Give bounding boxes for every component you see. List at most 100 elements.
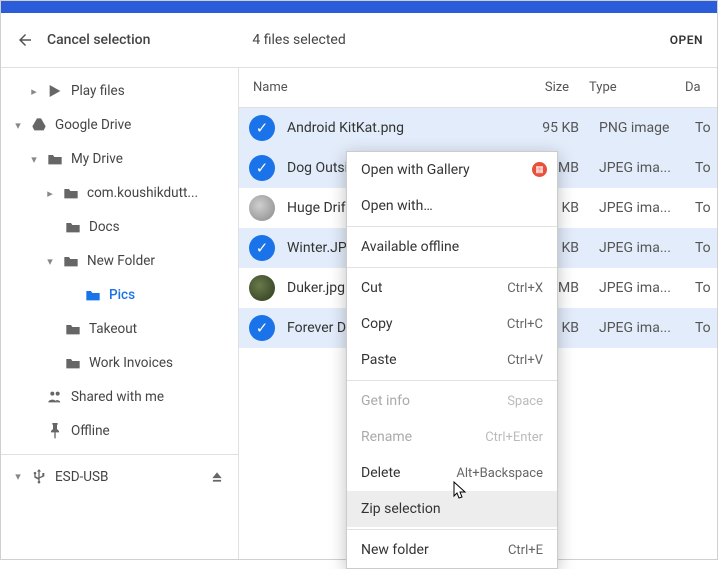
sidebar-item-esd-usb[interactable]: ▾ ESD-USB [1,454,238,494]
file-type: JPEG ima... [589,160,687,176]
chevron-right-icon: ▸ [27,85,41,98]
menu-label: New folder [361,542,429,558]
context-menu: Open with Gallery ▦ Open with… Available… [346,151,558,569]
folder-icon [63,220,83,234]
sidebar-label: My Drive [71,151,123,167]
sidebar-item-new-folder[interactable]: ▾ New Folder [1,244,238,278]
sidebar-item-takeout[interactable]: Takeout [1,312,238,346]
menu-shortcut: Ctrl+Enter [485,430,543,445]
toolbar: Cancel selection 4 files selected OPEN [1,13,717,68]
menu-label: Available offline [361,239,459,255]
sidebar-item-google-drive[interactable]: ▾ Google Drive [1,108,238,142]
sidebar-label: Play files [71,83,125,99]
menu-label: Copy [361,316,393,332]
sidebar-item-my-drive[interactable]: ▾ My Drive [1,142,238,176]
new-badge-icon: ▦ [532,162,547,177]
menu-label: Paste [361,352,397,368]
check-icon: ✓ [249,115,275,141]
thumbnail-icon [249,195,275,221]
menu-shortcut: Ctrl+X [507,281,543,296]
folder-icon [63,322,83,336]
sidebar-label: Google Drive [55,117,131,133]
menu-paste[interactable]: Paste Ctrl+V [347,342,557,378]
menu-shortcut: Alt+Backspace [456,466,543,481]
col-size-header[interactable]: Size [515,80,579,95]
check-icon: ✓ [249,235,275,261]
sidebar-label: Shared with me [71,389,164,405]
menu-separator [347,226,557,227]
pin-icon [45,423,65,439]
sidebar-item-docs[interactable]: Docs [1,210,238,244]
sidebar-label: Offline [71,423,110,439]
sidebar-label: Work Invoices [89,355,173,371]
menu-shortcut: Ctrl+E [508,543,543,558]
menu-separator [347,380,557,381]
file-date: To [687,120,717,136]
menu-open-gallery[interactable]: Open with Gallery ▦ [347,152,557,188]
eject-icon[interactable] [210,470,224,484]
cancel-selection-label[interactable]: Cancel selection [47,32,150,48]
menu-label: Delete [361,465,400,481]
file-type: JPEG ima... [589,280,687,296]
menu-label: Open with… [361,198,433,214]
chevron-right-icon: ▸ [43,187,57,200]
folder-icon [83,288,103,302]
chevron-down-icon: ▾ [27,153,41,166]
chevron-down-icon: ▾ [43,255,57,268]
sidebar-label: ESD-USB [55,469,108,485]
menu-open-with[interactable]: Open with… [347,188,557,224]
sidebar-label: Pics [109,287,135,303]
check-icon: ✓ [249,315,275,341]
sidebar-label: Docs [89,219,120,235]
sidebar-item-pics[interactable]: Pics [1,278,238,312]
menu-separator [347,529,557,530]
window-titlebar [1,1,717,13]
menu-label: Rename [361,429,412,445]
file-type: PNG image [589,120,687,136]
file-date: To [687,280,717,296]
menu-label: Open with Gallery [361,162,470,178]
col-type-header[interactable]: Type [579,80,677,95]
file-row[interactable]: ✓ Android KitKat.png 95 KB PNG image To [239,108,717,148]
sidebar-item-shared[interactable]: Shared with me [1,380,238,414]
back-arrow-icon[interactable] [15,30,35,50]
menu-copy[interactable]: Copy Ctrl+C [347,306,557,342]
file-type: JPEG ima... [589,320,687,336]
folder-icon [61,186,81,200]
usb-icon [29,469,49,485]
sidebar-item-play-files[interactable]: ▸ Play files [1,74,238,108]
menu-shortcut: Space [507,394,543,409]
menu-cut[interactable]: Cut Ctrl+X [347,270,557,306]
sidebar-label: New Folder [87,253,155,269]
sidebar: ▸ Play files ▾ Google Drive ▾ My Drive ▸… [1,68,239,559]
menu-zip-selection[interactable]: Zip selection [347,491,557,527]
file-type: JPEG ima... [589,200,687,216]
sidebar-item-work-invoices[interactable]: Work Invoices [1,346,238,380]
folder-icon [45,152,65,166]
file-size: 95 KB [525,120,589,136]
chevron-down-icon: ▾ [11,119,25,132]
menu-separator [347,267,557,268]
menu-label: Zip selection [361,501,441,517]
thumbnail-icon [249,275,275,301]
file-type: JPEG ima... [589,240,687,256]
menu-available-offline[interactable]: Available offline [347,229,557,265]
menu-new-folder[interactable]: New folder Ctrl+E [347,532,557,568]
sidebar-item-offline[interactable]: Offline [1,414,238,448]
folder-icon [63,356,83,370]
sidebar-item-koushikdutt[interactable]: ▸ com.koushikdutt... [1,176,238,210]
column-headers: Name Size Type Da [239,68,717,108]
menu-delete[interactable]: Delete Alt+Backspace [347,455,557,491]
sidebar-label: com.koushikdutt... [87,185,198,201]
open-button[interactable]: OPEN [670,33,703,47]
menu-shortcut: Ctrl+C [507,317,543,332]
menu-label: Cut [361,280,382,296]
people-icon [45,390,65,404]
selection-count-label: 4 files selected [252,32,345,48]
col-date-header[interactable]: Da [677,80,717,95]
col-name-header[interactable]: Name [239,80,515,95]
file-date: To [687,160,717,176]
menu-get-info: Get info Space [347,383,557,419]
file-name: Android KitKat.png [287,120,525,136]
file-date: To [687,240,717,256]
